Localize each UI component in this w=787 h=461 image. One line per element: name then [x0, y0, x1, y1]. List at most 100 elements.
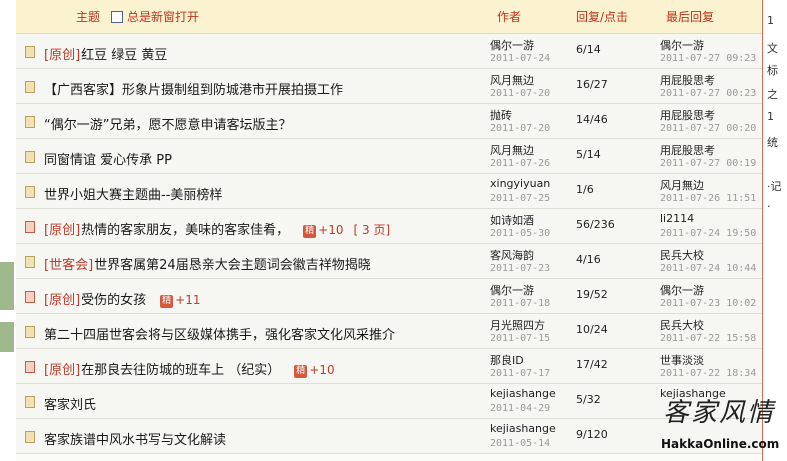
rating-badge-icon: 精: [303, 225, 317, 238]
thread-title-link[interactable]: 同窗情谊 爱心传承 PP: [44, 153, 172, 168]
author-link[interactable]: 那良ID: [490, 352, 524, 368]
thread-title-link[interactable]: 客家族谱中风水书写与文化解读: [44, 433, 226, 448]
last-reply-user-link[interactable]: 世事淡淡: [660, 352, 704, 368]
hot-thread-icon[interactable]: [25, 291, 35, 303]
thread-title-line: [原创]红豆 绿豆 黄豆: [44, 44, 167, 63]
post-date: 2011-05-30: [490, 228, 551, 239]
author-link[interactable]: 如诗如酒: [490, 212, 534, 228]
page-count-link[interactable]: [ 3 页]: [354, 223, 391, 237]
thread-row: 世界小姐大赛主题曲--美丽榜样 xingyiyuan 2011-07-25 1/6 风月…: [16, 174, 762, 209]
thread-title-line: 客家刘氏: [44, 394, 96, 413]
thread-tag[interactable]: [原创]: [44, 223, 80, 238]
thread-icon[interactable]: [25, 116, 35, 128]
post-date: 2011-07-26: [490, 158, 551, 169]
thread-title-line: [原创]热情的客家朋友，美味的客家佳肴， 精 +10 [ 3 页]: [44, 219, 390, 238]
thread-title-link[interactable]: 红豆 绿豆 黄豆: [81, 48, 167, 63]
thread-title-line: 【广西客家】形象片摄制组到防城港市开展拍摄工作: [44, 79, 343, 98]
post-date: 2011-07-20: [490, 88, 551, 99]
thread-title-link[interactable]: 世界客属第24届恳亲大会主题词会徽吉祥物揭晓: [94, 258, 371, 273]
thread-tag[interactable]: [原创]: [44, 293, 80, 308]
new-window-label[interactable]: 总是新窗打开: [127, 8, 199, 25]
thread-row: 客家刘氏 kejiashange 2011-04-29 5/32 kejiashange: [16, 384, 762, 419]
thread-title-link[interactable]: “偶尔一游”兄弟，愿不愿意申请客坛版主？: [44, 118, 291, 133]
reply-count: 17/42: [576, 358, 608, 371]
thread-title-line: 世界小姐大赛主题曲--美丽榜样: [44, 184, 222, 203]
right-strip-text: 1: [767, 110, 774, 123]
last-reply-user-link[interactable]: 用屁股思考: [660, 107, 715, 123]
thread-title-link[interactable]: 受伤的女孩: [81, 293, 146, 308]
last-reply-date: 2011-07-23 10:02: [660, 298, 757, 309]
thread-icon[interactable]: [25, 46, 35, 58]
last-reply-user-link[interactable]: 用屁股思考: [660, 72, 715, 88]
last-reply-date: 2011-07-22 15:58: [660, 333, 757, 344]
hot-thread-icon[interactable]: [25, 221, 35, 233]
post-date: 2011-07-18: [490, 298, 551, 309]
rating-score: +11: [175, 293, 201, 307]
thread-title-line: [原创]在那良去往防城的班车上 （纪实） 精 +10: [44, 359, 335, 378]
author-link[interactable]: kejiashange: [490, 387, 556, 400]
last-reply-user-link[interactable]: 偶尔一游: [660, 37, 704, 53]
reply-count: 5/14: [576, 148, 601, 161]
hot-thread-icon[interactable]: [25, 361, 35, 373]
thread-icon[interactable]: [25, 81, 35, 93]
thread-title-link[interactable]: 【广西客家】形象片摄制组到防城港市开展拍摄工作: [44, 83, 343, 98]
sidebar-image-fragment: [0, 262, 14, 310]
author-link[interactable]: kejiashange: [490, 422, 556, 435]
thread-icon[interactable]: [25, 396, 35, 408]
author-link[interactable]: 抛砖: [490, 107, 512, 123]
last-reply-date: 2011-07-27 00:20: [660, 123, 757, 134]
thread-title-line: 同窗情谊 爱心传承 PP: [44, 149, 172, 168]
thread-row: 第二十四届世客会将与区级媒体携手，强化客家文化风采推介 月光照四方 2011-07-…: [16, 314, 762, 349]
thread-tag[interactable]: [世客会]: [44, 258, 93, 273]
thread-row: 【广西客家】形象片摄制组到防城港市开展拍摄工作 风月無边 2011-07-20 16/…: [16, 69, 762, 104]
last-reply-user-link[interactable]: 用屁股思考: [660, 142, 715, 158]
reply-count: 16/27: [576, 78, 608, 91]
last-reply-user-link[interactable]: 风月無边: [660, 177, 704, 193]
thread-icon[interactable]: [25, 151, 35, 163]
thread-icon[interactable]: [25, 186, 35, 198]
thread-row: [原创]受伤的女孩精 +11 偶尔一游 2011-07-18 19/52 偶尔一游 2011…: [16, 279, 762, 314]
author-link[interactable]: xingyiyuan: [490, 177, 550, 190]
thread-title-link[interactable]: 第二十四届世客会将与区级媒体携手，强化客家文化风采推介: [44, 328, 395, 343]
post-date: 2011-07-24: [490, 53, 551, 64]
author-link[interactable]: 偶尔一游: [490, 37, 534, 53]
last-reply-user-link[interactable]: 偶尔一游: [660, 282, 704, 298]
thread-row: 同窗情谊 爱心传承 PP 风月無边 2011-07-26 5/14 用屁股思考 2011-…: [16, 139, 762, 174]
thread-list: 主题 总是新窗打开 作者 回复/点击 最后回复 [原创]红豆 绿豆 黄豆 偶尔一游…: [16, 0, 763, 461]
thread-title-line: [世客会]世界客属第24届恳亲大会主题词会徽吉祥物揭晓: [44, 254, 371, 273]
reply-count: 4/16: [576, 253, 601, 266]
thread-icon[interactable]: [25, 431, 35, 443]
right-strip-text: 1: [767, 14, 774, 27]
last-reply-user-link[interactable]: 民兵大校: [660, 247, 704, 263]
thread-list-header: 主题 总是新窗打开 作者 回复/点击 最后回复: [16, 0, 762, 34]
last-reply-user-link[interactable]: li2114: [660, 212, 694, 225]
rating-score: +10: [309, 363, 335, 377]
thread-title-link[interactable]: 在那良去往防城的班车上 （纪实）: [81, 363, 280, 378]
author-link[interactable]: 客风海韵: [490, 247, 534, 263]
post-date: 2011-07-17: [490, 368, 551, 379]
last-reply-date: 2011-07-27 09:23: [660, 53, 757, 64]
author-link[interactable]: 月光照四方: [490, 317, 545, 333]
sidebar-image-fragment: [0, 322, 14, 352]
author-link[interactable]: 风月無边: [490, 72, 534, 88]
thread-title-link[interactable]: 世界小姐大赛主题曲--美丽榜样: [44, 188, 222, 203]
thread-title-link[interactable]: 热情的客家朋友，美味的客家佳肴，: [81, 223, 289, 238]
rating-badge-icon: 精: [160, 295, 174, 308]
thread-title-link[interactable]: 客家刘氏: [44, 398, 96, 413]
post-date: 2011-05-14: [490, 438, 551, 449]
thread-icon[interactable]: [25, 326, 35, 338]
last-reply-user-link[interactable]: 民兵大校: [660, 317, 704, 333]
thread-tag[interactable]: [原创]: [44, 363, 80, 378]
new-window-checkbox[interactable]: [111, 11, 123, 23]
post-date: 2011-07-15: [490, 333, 551, 344]
thread-tag[interactable]: [原创]: [44, 48, 80, 63]
author-link[interactable]: 偶尔一游: [490, 282, 534, 298]
right-strip-text: ·: [767, 200, 771, 213]
reply-column-header: 回复/点击: [576, 10, 629, 24]
right-strip-text: ·记: [767, 180, 782, 193]
rating-badge-icon: 精: [294, 365, 308, 378]
thread-icon[interactable]: [25, 256, 35, 268]
thread-row: [世客会]世界客属第24届恳亲大会主题词会徽吉祥物揭晓 客风海韵 2011-07-2…: [16, 244, 762, 279]
author-link[interactable]: 风月無边: [490, 142, 534, 158]
post-date: 2011-07-20: [490, 123, 551, 134]
